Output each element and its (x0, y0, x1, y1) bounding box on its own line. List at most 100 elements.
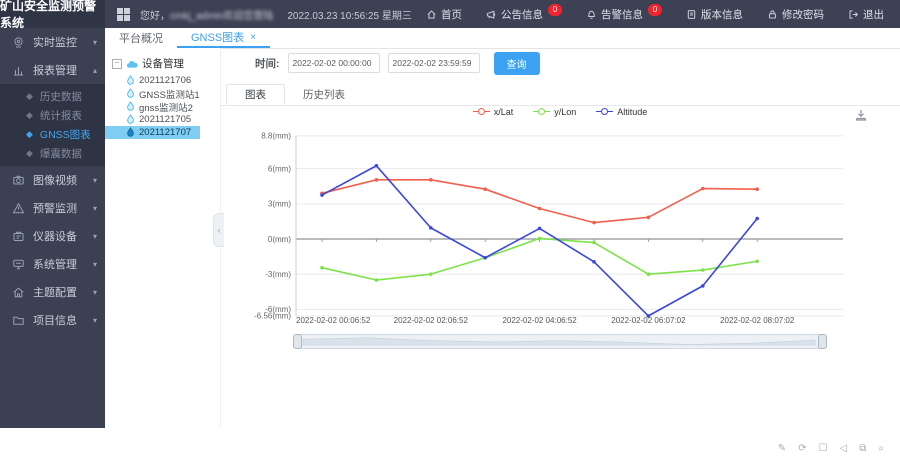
tab-history-list[interactable]: 历史列表 (285, 84, 363, 105)
gnss-line-chart[interactable]: 8.8(mm)6(mm)3(mm)0(mm)-3(mm)-6(mm)-6.56(… (235, 122, 885, 330)
svg-text:0(mm): 0(mm) (268, 235, 291, 244)
svg-text:2022-02-02 00:06:52: 2022-02-02 00:06:52 (296, 316, 371, 325)
collapse-minus-icon[interactable]: − (112, 59, 122, 69)
svg-text:2022-02-02 04:06:52: 2022-02-02 04:06:52 (502, 316, 577, 325)
download-chart-button[interactable] (854, 108, 868, 122)
chevron-down-icon: ▾ (93, 38, 97, 47)
chevron-up-icon: ▴ (93, 66, 97, 75)
nav-home[interactable]: 首页 (426, 7, 462, 22)
end-time-input[interactable] (388, 53, 480, 73)
tree-node[interactable]: gnss监测站2 (105, 100, 220, 113)
apps-grid-icon[interactable] (117, 8, 130, 21)
tab-platform-overview[interactable]: 平台概况 (105, 28, 177, 48)
svg-text:6(mm): 6(mm) (268, 164, 291, 173)
svg-text:8.8(mm): 8.8(mm) (261, 132, 291, 141)
greeting-text: 您好，cmkj_admin欢迎您登陆 (140, 7, 273, 22)
droplet-icon (126, 127, 135, 138)
bell-icon (586, 9, 597, 20)
data-zoom-slider[interactable] (296, 334, 824, 349)
sidebar-item-system-management[interactable]: 系统管理 ▾ (0, 250, 105, 278)
datetime-text: 2022.03.23 10:56:25 星期三 (287, 7, 412, 22)
top-bar: 矿山安全监测预警系统 您好，cmkj_admin欢迎您登陆 2022.03.23… (0, 0, 900, 28)
house-icon (12, 286, 25, 299)
copy-icon[interactable]: ⧉ (859, 443, 866, 454)
cube-icon: ◆ (26, 91, 33, 102)
sidebar-item-realtime-monitor[interactable]: 实时监控 ▾ (0, 28, 105, 56)
sidebar-subitem-history-data[interactable]: ◆ 历史数据 (0, 87, 105, 106)
droplet-icon (126, 88, 135, 99)
warning-triangle-icon (12, 202, 25, 215)
legend-marker (596, 108, 613, 116)
sidebar-subitem-blast-data[interactable]: ◆ 爆震数据 (0, 144, 105, 163)
sidebar-item-image-video[interactable]: 图像视频 ▾ (0, 166, 105, 194)
legend-marker (473, 108, 490, 116)
query-button[interactable]: 查询 (494, 52, 540, 75)
sidebar: 实时监控 ▾ 报表管理 ▴ ◆ 历史数据 ◆ 统计报表 ◆ GNSS图表 ◆ 爆… (0, 28, 105, 428)
chart-legend: x/Lat y/Lon Altitude (235, 107, 885, 117)
nav-alarms[interactable]: 告警信息 0 (586, 7, 662, 22)
app-title: 矿山安全监测预警系统 (0, 0, 105, 28)
tree-root[interactable]: − 设备管理 (105, 48, 220, 74)
sidebar-item-theme-config[interactable]: 主题配置 ▾ (0, 278, 105, 306)
tree-node-selected[interactable]: 2021121707 (105, 126, 200, 139)
top-nav: 首页 公告信息 0 告警信息 0 版本信息 修改密码 退出 (426, 7, 900, 22)
zoom-handle-right[interactable] (818, 334, 827, 349)
sound-icon[interactable]: ◁ (840, 443, 848, 454)
tree-collapse-handle[interactable]: ‹ (213, 213, 224, 247)
lock-icon (767, 9, 778, 20)
time-label: 时间: (255, 56, 280, 71)
close-icon[interactable]: × (250, 32, 256, 43)
sidebar-item-instruments[interactable]: 仪器设备 ▾ (0, 222, 105, 250)
cloud-icon (126, 59, 138, 69)
svg-text:-3(mm): -3(mm) (265, 270, 291, 279)
svg-text:2022-02-02 08:07:02: 2022-02-02 08:07:02 (720, 316, 795, 325)
nav-logout[interactable]: 退出 (848, 7, 884, 22)
megaphone-icon (486, 9, 497, 20)
zoom-handle-left[interactable] (293, 334, 302, 349)
droplet-icon (126, 101, 135, 112)
app-window: 矿山安全监测预警系统 您好，cmkj_admin欢迎您登陆 2022.03.23… (0, 0, 900, 457)
nav-version[interactable]: 版本信息 (686, 7, 743, 22)
svg-text:3(mm): 3(mm) (268, 200, 291, 209)
page-tab-bar: 平台概况 GNSS图表 × (105, 28, 900, 49)
logout-icon (848, 9, 859, 20)
webcam-icon (12, 36, 25, 49)
start-time-input[interactable] (288, 53, 380, 73)
search-icon[interactable]: ⌕ (878, 443, 884, 454)
legend-item-ylon[interactable]: y/Lon (533, 107, 576, 117)
footer-toolbar: ✎ ⟳ ☐ ◁ ⧉ ⌕ (778, 443, 884, 454)
tree-node[interactable]: GNSS监测站1 (105, 87, 220, 100)
edit-icon[interactable]: ✎ (778, 443, 786, 454)
sidebar-item-warning-monitor[interactable]: 预警监测 ▾ (0, 194, 105, 222)
sidebar-item-report-management[interactable]: 报表管理 ▴ (0, 56, 105, 84)
username: cmkj_admin欢迎您登陆 (170, 11, 273, 22)
tab-gnss-chart[interactable]: GNSS图表 × (177, 28, 270, 48)
sidebar-subitem-gnss-chart[interactable]: ◆ GNSS图表 (0, 125, 105, 144)
home-icon (426, 9, 437, 20)
nav-announcements[interactable]: 公告信息 0 (486, 7, 562, 22)
droplet-icon (126, 114, 135, 125)
folder-icon (12, 314, 25, 327)
display-icon (12, 258, 25, 271)
tab-chart-view[interactable]: 图表 (226, 84, 285, 105)
chevron-down-icon: ▾ (93, 260, 97, 269)
legend-item-xlat[interactable]: x/Lat (473, 107, 514, 117)
announcements-badge: 0 (548, 4, 562, 16)
tree-node[interactable]: 2021121706 (105, 74, 220, 87)
svg-text:2022-02-02 02:06:52: 2022-02-02 02:06:52 (394, 316, 469, 325)
cube-icon: ◆ (26, 129, 33, 140)
droplet-icon (126, 75, 135, 86)
chevron-down-icon: ▾ (93, 288, 97, 297)
instrument-icon (12, 230, 25, 243)
sidebar-item-project-info[interactable]: 项目信息 ▾ (0, 306, 105, 334)
cube-icon: ◆ (26, 148, 33, 159)
refresh-icon[interactable]: ⟳ (798, 443, 806, 454)
cube-icon: ◆ (26, 110, 33, 121)
box-icon[interactable]: ☐ (819, 443, 828, 454)
camera-icon (12, 174, 25, 187)
nav-change-password[interactable]: 修改密码 (767, 7, 824, 22)
tree-node[interactable]: 2021121705 (105, 113, 220, 126)
legend-item-altitude[interactable]: Altitude (596, 107, 647, 117)
view-tabs: 图表 历史列表 (220, 84, 900, 106)
sidebar-subitem-statistic-report[interactable]: ◆ 统计报表 (0, 106, 105, 125)
